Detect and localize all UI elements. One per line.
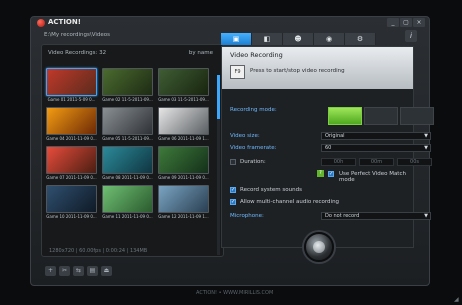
- title-bar[interactable]: ACTION! _ ▢ ×: [31, 17, 429, 29]
- record-sounds-label: Record system sounds: [240, 187, 302, 193]
- sort-dropdown[interactable]: by name: [189, 50, 213, 56]
- record-icon: [313, 241, 325, 253]
- maximize-button[interactable]: ▢: [400, 18, 412, 27]
- duration-hours[interactable]: 00h: [321, 158, 356, 166]
- thumbnail-grid: Game 01 2011-5-09 0... Game 02 11-5-2011-…: [46, 68, 214, 224]
- thumbnail-image: [158, 146, 209, 174]
- video-thumbnail[interactable]: Game 11 2011-11-09 0...: [102, 185, 153, 221]
- video-thumbnail[interactable]: Game 09 2011-11-09 0...: [158, 146, 209, 182]
- thumbnail-caption: Game 01 2011-5-09 0...: [47, 97, 96, 102]
- thumbnail-caption: Game 04 2011-11-09 0...: [46, 136, 97, 141]
- mode-desktop-button[interactable]: [364, 107, 398, 125]
- multichannel-checkbox[interactable]: ✓: [230, 199, 236, 205]
- mode-region-button[interactable]: [400, 107, 434, 125]
- hotkey-hint: Press to start/stop video recording: [250, 68, 345, 74]
- thumbnail-caption: Game 09 2011-11-09 0...: [158, 175, 209, 180]
- help-question-icon[interactable]: ?: [317, 170, 324, 177]
- duration-checkbox[interactable]: [230, 159, 236, 165]
- perfect-match-label: Use Perfect Video Match mode: [339, 171, 406, 183]
- thumbnail-caption: Game 08 2011-11-09 0...: [102, 175, 153, 180]
- video-thumbnail[interactable]: Game 06 2011-11-09 1...: [158, 107, 209, 143]
- duration-seconds[interactable]: 00s: [397, 158, 432, 166]
- video-thumbnail[interactable]: Game 01 2011-5-09 0...: [46, 68, 97, 104]
- tab-camera[interactable]: ◉: [314, 33, 345, 45]
- microphone-label: Microphone:: [230, 213, 264, 219]
- library-scrollbar[interactable]: [217, 75, 220, 255]
- duration-minutes[interactable]: 00m: [359, 158, 394, 166]
- eject-icon[interactable]: ⏏: [101, 266, 112, 276]
- thumbnail-image: [158, 185, 209, 213]
- thumbnail-caption: Game 02 11-5-2011-09...: [102, 97, 153, 102]
- recording-mode-label: Recording mode:: [230, 107, 277, 113]
- thumbnail-caption: Game 11 2011-11-09 0...: [102, 214, 153, 219]
- thumbnail-image: [102, 68, 153, 96]
- thumbnail-caption: Game 07 2011-11-09 0...: [46, 175, 97, 180]
- microphone-select[interactable]: Do not record ▼: [321, 212, 431, 220]
- video-thumbnail[interactable]: Game 05 11-5-2011-09...: [102, 107, 153, 143]
- thumbnail-image: [158, 68, 209, 96]
- video-size-select[interactable]: Original ▼: [321, 132, 431, 140]
- tab-screenshot[interactable]: ◧: [252, 33, 283, 45]
- recordings-count: Video Recordings: 32: [48, 50, 107, 56]
- perfect-match-checkbox[interactable]: ✓: [328, 171, 334, 177]
- thumbnail-caption: Game 10 2011-11-09 0...: [46, 214, 97, 219]
- recordings-panel: Video Recordings: 32 by name Game 01 201…: [41, 44, 224, 257]
- add-icon[interactable]: +: [45, 266, 56, 276]
- video-thumbnail[interactable]: Game 07 2011-11-09 0...: [46, 146, 97, 182]
- record-sounds-checkbox[interactable]: ✓: [230, 187, 236, 193]
- thumbnail-caption: Game 03 11-5-2011-09...: [158, 97, 209, 102]
- video-info: 1280x720 | 60.00fps | 0:00:24 | 134MB: [49, 248, 148, 254]
- video-thumbnail[interactable]: Game 10 2011-11-09 0...: [46, 185, 97, 221]
- video-recording-header: Video Recording F9 Press to start/stop v…: [222, 47, 413, 89]
- tab-video-recording[interactable]: ▣: [221, 33, 252, 45]
- tab-bar: ▣ ◧ ☻ ◉ ⚙: [221, 33, 405, 45]
- footer-branding: ACTION! • WWW.MIRILLIS.COM: [196, 290, 274, 296]
- mode-game-button[interactable]: [328, 107, 362, 125]
- thumbnail-image: [158, 107, 209, 135]
- thumbnail-image: [46, 146, 97, 174]
- video-framerate-label: Video framerate:: [230, 145, 277, 151]
- record-button[interactable]: [304, 232, 334, 262]
- duration-label: Duration:: [240, 159, 266, 165]
- video-thumbnail[interactable]: Game 12 2011-11-09 1...: [158, 185, 209, 221]
- settings-panel: Video Recording F9 Press to start/stop v…: [221, 46, 434, 248]
- thumbnail-image: [46, 185, 97, 213]
- video-thumbnail[interactable]: Game 02 11-5-2011-09...: [102, 68, 153, 104]
- app-title: ACTION!: [48, 18, 81, 26]
- section-title: Video Recording: [230, 51, 283, 59]
- thumbnail-image: [102, 107, 153, 135]
- tab-settings[interactable]: ⚙: [345, 33, 376, 45]
- resize-grip-icon[interactable]: ◢: [454, 297, 460, 303]
- thumbnail-image: [46, 107, 97, 135]
- thumbnail-caption: Game 05 11-5-2011-09...: [102, 136, 153, 141]
- thumbnail-caption: Game 12 2011-11-09 1...: [158, 214, 209, 219]
- thumbnail-image: [46, 68, 97, 96]
- app-logo-icon: [37, 19, 45, 27]
- video-thumbnail[interactable]: Game 08 2011-11-09 0...: [102, 146, 153, 182]
- video-framerate-select[interactable]: 60 ▼: [321, 144, 431, 152]
- hotkey-icon: F9: [230, 65, 245, 79]
- video-size-label: Video size:: [230, 133, 260, 139]
- library-toolbar: + ✂ ⇆ ▤ ⏏: [45, 266, 112, 276]
- thumbnail-image: [102, 146, 153, 174]
- minimize-button[interactable]: _: [387, 18, 399, 27]
- thumbnail-caption: Game 06 2011-11-09 1...: [158, 136, 209, 141]
- app-window: ACTION! _ ▢ × E:\My recordings\Videos Vi…: [30, 16, 434, 286]
- multichannel-label: Allow multi-channel audio recording: [240, 199, 340, 205]
- convert-icon[interactable]: ⇆: [73, 266, 84, 276]
- tab-audio[interactable]: ☻: [283, 33, 314, 45]
- cut-icon[interactable]: ✂: [59, 266, 70, 276]
- thumbnail-image: [102, 185, 153, 213]
- recordings-path[interactable]: E:\My recordings\Videos: [44, 32, 226, 42]
- help-button[interactable]: i: [405, 30, 417, 42]
- folder-icon[interactable]: ▤: [87, 266, 98, 276]
- video-thumbnail[interactable]: Game 03 11-5-2011-09...: [158, 68, 209, 104]
- video-thumbnail[interactable]: Game 04 2011-11-09 0...: [46, 107, 97, 143]
- close-button[interactable]: ×: [413, 18, 425, 27]
